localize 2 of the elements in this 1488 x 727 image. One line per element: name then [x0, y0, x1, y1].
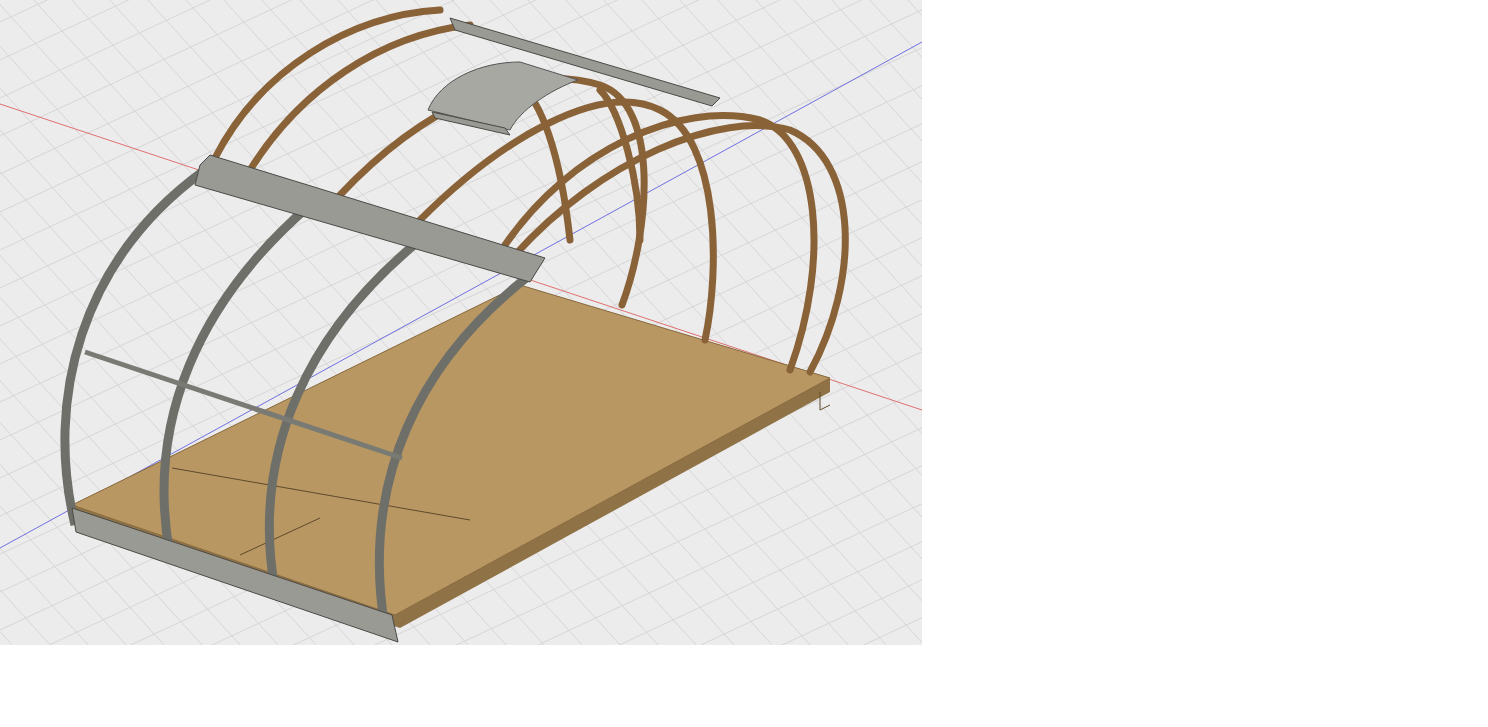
camper-frame-drawing[interactable] — [60, 6, 849, 643]
cad-viewport[interactable] — [0, 0, 922, 645]
